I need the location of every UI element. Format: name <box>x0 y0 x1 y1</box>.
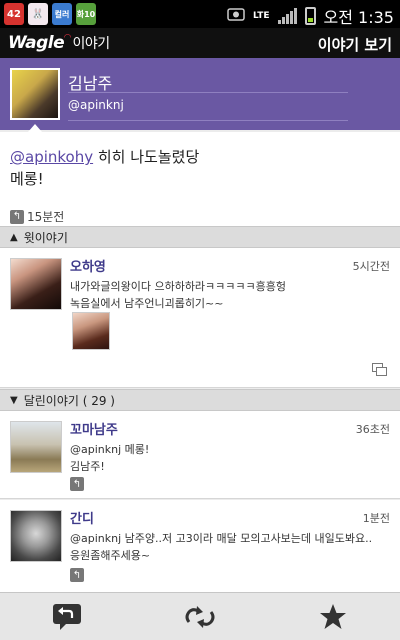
item-text: @apinknj 메롱! 김남주! <box>70 441 380 475</box>
avatar[interactable] <box>10 421 62 473</box>
post-body-line2: 메롱! <box>10 170 44 188</box>
item-text: 내가와글의왕이다 으하하하라ㅋㅋㅋㅋㅋ흥흥헝 녹음실에서 남주언니괴롭히기~~ <box>70 278 380 312</box>
view-stories-button[interactable]: 이야기 보기 <box>318 34 392 55</box>
post-time: ↰ 15분전 <box>10 208 64 225</box>
profile-avatar[interactable] <box>10 68 60 120</box>
item-text-line: @apinknj 메롱! <box>70 443 150 456</box>
app-logo: Wagle◠ 이야기 <box>8 33 110 53</box>
expand-up-icon: ▲ <box>10 231 18 243</box>
mail-count-icon: 42 <box>4 3 24 25</box>
reply-small-icon[interactable]: ↰ <box>70 568 84 582</box>
author-name[interactable]: 오하영 <box>70 256 106 275</box>
logo-wave-icon: ◠ <box>64 33 71 43</box>
expand-down-icon: ▼ <box>10 394 18 406</box>
section-label: 윗이야기 <box>23 230 68 245</box>
profile-banner: 김남주 @apinknj <box>0 58 400 130</box>
reply-item[interactable]: 간디 1분전 @apinknj 남주양..저 고3이라 매달 모의고사보는데 내… <box>0 500 400 592</box>
lte-indicator: LTE <box>252 10 270 21</box>
upper-story-header[interactable]: ▲ 윗이야기 <box>0 226 400 248</box>
item-text-line: 김남주! <box>70 460 105 473</box>
reply-item[interactable]: 꼬마남주 36초전 @apinknj 메롱! 김남주! ↰ <box>0 411 400 499</box>
author-name[interactable]: 꼬마남주 <box>70 419 118 438</box>
avatar[interactable] <box>10 510 62 562</box>
item-time: 5시간전 <box>352 260 390 273</box>
replies-header[interactable]: ▼ 달린이야기 ( 29 ) <box>0 389 400 411</box>
reply-small-icon: ↰ <box>10 209 24 224</box>
favorite-button[interactable] <box>303 597 363 637</box>
clock: 오전 1:35 <box>323 8 394 27</box>
post-body: 히히 나도놀렸당 <box>93 148 200 166</box>
status-bar: 42 🐰 컬러 화10 LTE 오전 1:35 <box>0 0 400 28</box>
mention-link[interactable]: @apinkohy <box>10 148 93 166</box>
divider <box>68 120 348 121</box>
calendar-icon: 화10 <box>76 3 96 25</box>
item-text-line: 녹음실에서 남주언니괴롭히기~~ <box>70 297 224 310</box>
post-time-text: 15분전 <box>27 210 65 224</box>
repost-button[interactable] <box>170 597 230 637</box>
app-bar: Wagle◠ 이야기 이야기 보기 <box>0 28 400 58</box>
item-text-line: 응원좀해주세용~ <box>70 549 151 562</box>
item-time: 1분전 <box>362 512 390 525</box>
item-text: @apinknj 남주양..저 고3이라 매달 모의고사보는데 내일도봐요.. … <box>70 530 380 564</box>
reply-icon <box>52 603 81 630</box>
repost-icon <box>185 605 215 628</box>
post-text: @apinkohy 히히 나도놀렸당 메롱! <box>10 146 390 190</box>
color-app-icon: 컬러 <box>52 3 72 25</box>
multi-page-icon[interactable] <box>372 363 388 377</box>
signal-icon <box>277 8 297 24</box>
item-text-line: @apinknj 남주양..저 고3이라 매달 모의고사보는데 내일도봐요.. <box>70 532 373 545</box>
item-text-line: 내가와글의왕이다 으하하하라ㅋㅋㅋㅋㅋ흥흥헝 <box>70 280 287 293</box>
battery-icon <box>304 7 316 25</box>
star-icon <box>320 603 347 629</box>
logo-sub: 이야기 <box>72 36 111 52</box>
profile-handle: @apinknj <box>68 98 124 112</box>
upper-story-item[interactable]: 오하영 5시간전 내가와글의왕이다 으하하하라ㅋㅋㅋㅋㅋ흥흥헝 녹음실에서 남주… <box>0 248 400 388</box>
avatar[interactable] <box>10 258 62 310</box>
attached-photo[interactable] <box>72 312 110 350</box>
pointer-arrow <box>28 124 42 132</box>
logo-text: Wagle <box>8 33 65 53</box>
bottom-toolbar <box>0 592 400 640</box>
divider <box>68 92 348 93</box>
notification-icons: 42 🐰 컬러 화10 <box>4 3 96 25</box>
item-time: 36초전 <box>355 423 390 436</box>
reply-small-icon[interactable]: ↰ <box>70 477 84 491</box>
reply-button[interactable] <box>37 597 97 637</box>
section-label: 달린이야기 ( 29 ) <box>23 393 115 408</box>
author-name[interactable]: 간디 <box>70 508 94 527</box>
rabbit-icon: 🐰 <box>28 3 48 25</box>
profile-name[interactable]: 김남주 <box>68 70 112 94</box>
photo-icon <box>227 7 245 25</box>
main-post: @apinkohy 히히 나도놀렸당 메롱! ↰ 15분전 <box>0 132 400 226</box>
